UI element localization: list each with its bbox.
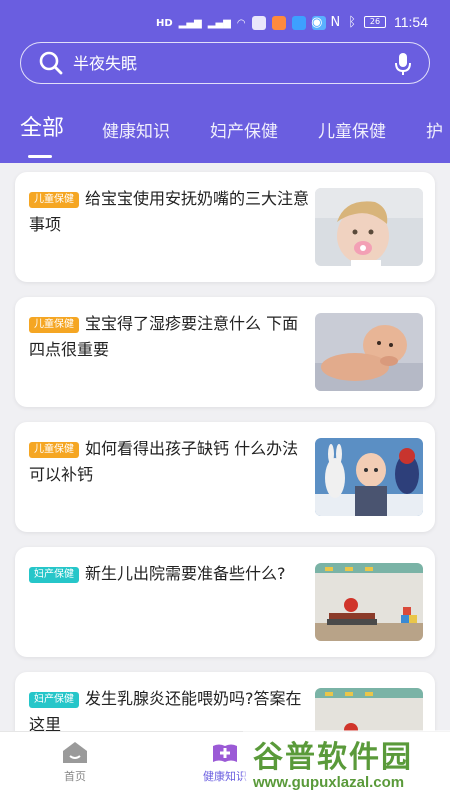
article-title-block: 儿童保健 宝宝得了湿疹要注意什么 下面四点很重要 [29, 311, 314, 363]
message-icon [251, 16, 266, 30]
home-icon [63, 742, 87, 763]
category-tabs: 全部 健康知识 妇产保健 儿童保健 护 [20, 110, 450, 158]
tab-all[interactable]: 全部 [20, 110, 64, 158]
watermark: 谷普软件园 www.gupuxlazal.com [243, 730, 450, 800]
article-card[interactable]: 妇产保健 新生儿出院需要准备些什么? [15, 547, 435, 657]
tab-nursing[interactable]: 护 [426, 117, 443, 144]
nav-label: 健康知识 [203, 770, 247, 783]
child-with-toys-photo [315, 438, 423, 516]
status-right: ◉ N ᛒ 26 11:54 [311, 14, 428, 30]
app-icon [271, 16, 286, 30]
tab-health-knowledge[interactable]: 健康知识 [102, 117, 170, 144]
category-badge: 儿童保健 [29, 192, 79, 208]
mic-icon[interactable] [395, 52, 411, 76]
search-icon [39, 51, 63, 75]
signal-icon: ▂▄▆ [178, 17, 202, 29]
category-badge: 儿童保健 [29, 317, 79, 333]
signal-icon: ▂▄▆ [207, 17, 231, 29]
app-icon [291, 16, 306, 30]
status-left: HD ▂▄▆ ▂▄▆ ◠ [156, 16, 326, 30]
baby-pacifier-photo [315, 188, 423, 266]
tab-maternity-care[interactable]: 妇产保健 [210, 117, 278, 144]
bluetooth-icon: ᛒ [348, 14, 356, 30]
baby-lying-photo [315, 313, 423, 391]
article-title-block: 妇产保健 发生乳腺炎还能喂奶吗?答案在这里 [29, 686, 314, 731]
hd-icon: HD [156, 17, 173, 29]
status-bar: HD ▂▄▆ ▂▄▆ ◠ ◉ N ᛒ 26 11:54 [0, 14, 450, 38]
article-card[interactable]: 儿童保健 如何看得出孩子缺钙 什么办法可以补钙 [15, 422, 435, 532]
article-title-block: 儿童保健 给宝宝使用安抚奶嘴的三大注意事项 [29, 186, 314, 238]
article-title-block: 儿童保健 如何看得出孩子缺钙 什么办法可以补钙 [29, 436, 314, 488]
header: HD ▂▄▆ ▂▄▆ ◠ ◉ N ᛒ 26 11:54 全部 [0, 0, 450, 163]
nav-label: 首页 [64, 770, 86, 783]
category-badge: 妇产保健 [29, 567, 79, 583]
nav-home[interactable]: 首页 [35, 740, 115, 784]
clock: 11:54 [394, 14, 428, 30]
watermark-url: www.gupuxlazal.com [253, 774, 405, 791]
nfc-icon: N [330, 14, 341, 30]
article-card[interactable]: 儿童保健 给宝宝使用安抚奶嘴的三大注意事项 [15, 172, 435, 282]
article-card[interactable]: 妇产保健 发生乳腺炎还能喂奶吗?答案在这里 [15, 672, 435, 731]
article-card[interactable]: 儿童保健 宝宝得了湿疹要注意什么 下面四点很重要 [15, 297, 435, 407]
health-book-icon [213, 744, 237, 762]
category-badge: 儿童保健 [29, 442, 79, 458]
search-bar[interactable] [20, 42, 430, 84]
books-apple-photo [315, 563, 423, 641]
article-title: 新生儿出院需要准备些什么? [85, 564, 286, 583]
article-list: 儿童保健 给宝宝使用安抚奶嘴的三大注意事项 儿童保健 宝宝得了湿疹要注意什么 下面四… [0, 163, 450, 731]
books-apple-photo [315, 688, 423, 731]
search-input[interactable] [73, 53, 429, 73]
battery-icon: 26 [364, 16, 386, 28]
eye-icon: ◉ [311, 14, 323, 30]
category-badge: 妇产保健 [29, 692, 79, 708]
watermark-text: 谷普软件园 [253, 740, 413, 775]
article-title-block: 妇产保健 新生儿出院需要准备些什么? [29, 561, 314, 587]
tab-child-care[interactable]: 儿童保健 [318, 117, 386, 144]
wifi-icon: ◠ [236, 17, 246, 29]
